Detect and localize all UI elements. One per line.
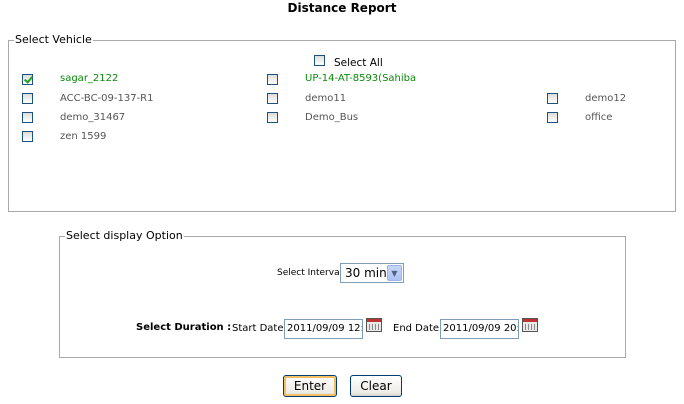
page-title: Distance Report	[287, 1, 397, 15]
vehicle-label: Demo_Bus	[305, 112, 359, 123]
vehicle-checkbox-sagar-2122[interactable]	[22, 74, 33, 85]
end-date-input[interactable]: 2011/09/09 20:59	[440, 319, 519, 339]
vehicle-checkbox-acc-bc-09-137-r1[interactable]	[22, 93, 33, 104]
select-all-label: Select All	[334, 57, 383, 69]
vehicle-label: sagar_2122	[60, 73, 119, 84]
interval-value: 30 min	[345, 266, 387, 280]
interval-select[interactable]: 30 min ▼	[340, 263, 404, 283]
vehicle-label: zen 1599	[60, 131, 107, 142]
vehicle-label: demo12	[585, 93, 627, 104]
vehicle-checkbox-zen-1599[interactable]	[22, 131, 33, 142]
end-date-label: End Date	[393, 323, 440, 334]
select-all-checkbox[interactable]	[314, 55, 325, 66]
calendar-icon[interactable]	[522, 318, 538, 332]
select-vehicle-legend: Select Vehicle	[15, 33, 92, 46]
vehicle-label: UP-14-AT-8593(Sahiba	[305, 73, 417, 84]
display-option-legend: Select display Option	[66, 229, 183, 242]
interval-label: Select Interval	[277, 268, 343, 278]
chevron-down-icon[interactable]: ▼	[387, 265, 402, 281]
vehicle-checkbox-demo-bus[interactable]	[267, 112, 278, 123]
vehicle-label: office	[585, 112, 613, 123]
vehicle-label: demo11	[305, 93, 347, 104]
vehicle-checkbox-office[interactable]	[547, 112, 558, 123]
clear-button[interactable]: Clear	[350, 375, 402, 397]
vehicle-label: ACC-BC-09-137-R1	[60, 93, 154, 104]
vehicle-checkbox-up-14-at-8593[interactable]	[267, 74, 278, 85]
start-date-label: Start Date	[232, 323, 284, 334]
enter-button[interactable]: Enter	[283, 375, 337, 397]
vehicle-checkbox-demo12[interactable]	[547, 93, 558, 104]
vehicle-checkbox-demo-31467[interactable]	[22, 112, 33, 123]
calendar-icon[interactable]	[366, 318, 382, 332]
duration-label: Select Duration :	[136, 322, 232, 333]
vehicle-checkbox-demo11[interactable]	[267, 93, 278, 104]
vehicle-label: demo_31467	[60, 112, 126, 123]
start-date-input[interactable]: 2011/09/09 12:00	[284, 319, 363, 339]
